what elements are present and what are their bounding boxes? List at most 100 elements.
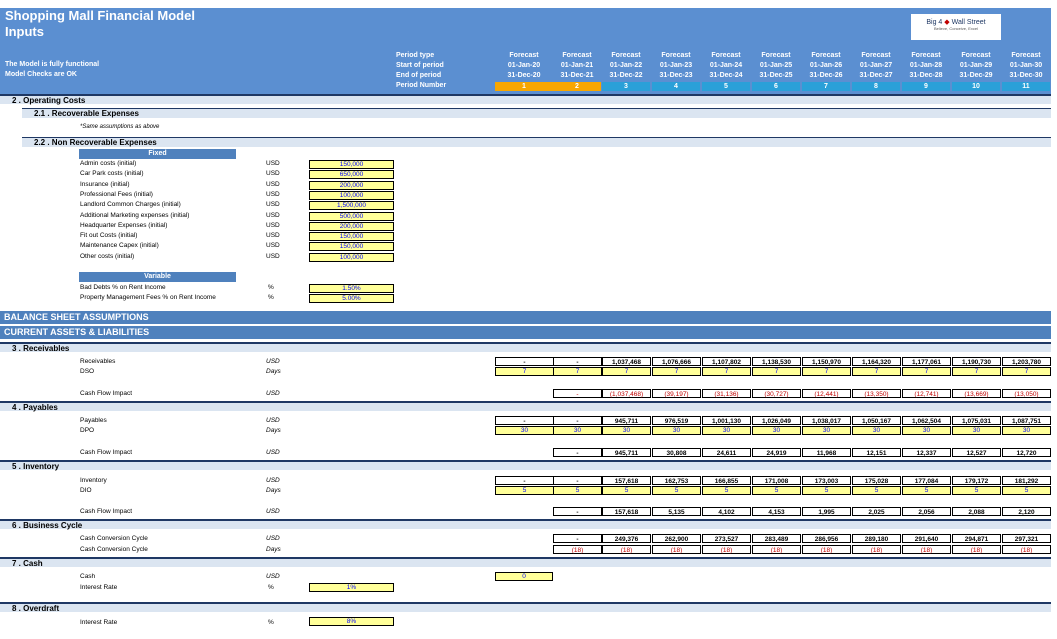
inventory-cell[interactable]: 5 bbox=[652, 486, 701, 495]
period-number: 6 bbox=[752, 82, 800, 91]
inventory-cell[interactable]: 5 bbox=[752, 486, 801, 495]
receivables-cf-cell: (30,727) bbox=[752, 389, 801, 398]
fixed-cost-input[interactable]: 500,000 bbox=[309, 211, 394, 221]
payables-cell[interactable]: 30 bbox=[495, 426, 554, 435]
period-start: 01-Jan-20 bbox=[507, 62, 541, 69]
receivables-cf-cell: (12,441) bbox=[802, 389, 851, 398]
fixed-cost-unit: USD bbox=[266, 170, 280, 178]
inventory-cell[interactable]: 5 bbox=[702, 486, 751, 495]
business-cell: (18) bbox=[852, 545, 901, 554]
payables-cell[interactable]: 30 bbox=[553, 426, 602, 435]
fixed-cost-input[interactable]: 650,000 bbox=[309, 170, 394, 180]
variable-cost-unit: % bbox=[268, 284, 274, 291]
payables-cell[interactable]: 30 bbox=[652, 426, 701, 435]
section-receivables: 3 . Receivables bbox=[0, 342, 1051, 353]
inventory-cf-cell: 2,088 bbox=[952, 507, 1001, 516]
inventory-row-unit: USD bbox=[266, 477, 280, 484]
inventory-cell[interactable]: 5 bbox=[602, 486, 651, 495]
variable-cost-label: Property Management Fees % on Rent Incom… bbox=[80, 294, 216, 301]
section-operating: 2 . Operating Costs bbox=[0, 94, 1051, 105]
business-cell: (18) bbox=[1002, 545, 1051, 554]
receivables-row-label: Receivables bbox=[80, 358, 116, 365]
period-type: Forecast bbox=[811, 52, 841, 59]
receivables-cell[interactable]: 7 bbox=[952, 367, 1001, 376]
fixed-cost-input[interactable]: 150,000 bbox=[309, 160, 394, 169]
fixed-cost-label: Admin costs (initial) bbox=[80, 160, 137, 167]
receivables-cf-cell: (13,669) bbox=[952, 389, 1001, 398]
business-cell: (18) bbox=[952, 545, 1001, 554]
cash-unit: USD bbox=[266, 573, 280, 580]
inventory-cell[interactable]: 5 bbox=[553, 486, 602, 495]
variable-cost-label: Bad Debts % on Rent Income bbox=[80, 284, 166, 291]
period-type: Forecast bbox=[711, 52, 741, 59]
payables-cell: 976,519 bbox=[652, 416, 701, 425]
business-row-label: Cash Conversion Cycle bbox=[80, 535, 148, 542]
payables-cell[interactable]: 30 bbox=[852, 426, 901, 435]
receivables-cell[interactable]: 7 bbox=[553, 367, 602, 376]
receivables-cell[interactable]: 7 bbox=[602, 367, 651, 376]
payables-cell[interactable]: 30 bbox=[1002, 426, 1051, 435]
inventory-cell[interactable]: 5 bbox=[952, 486, 1001, 495]
inventory-cell[interactable]: 5 bbox=[1002, 486, 1051, 495]
payables-cell[interactable]: 30 bbox=[952, 426, 1001, 435]
section-cash: 7 . Cash bbox=[0, 557, 1051, 568]
payables-cf-cell: 24,611 bbox=[702, 448, 751, 457]
fixed-cost-input[interactable]: 1,500,000 bbox=[309, 201, 394, 211]
payables-cf-cell: 11,968 bbox=[802, 448, 851, 457]
payables-cf-cell: 12,720 bbox=[1002, 448, 1051, 457]
payables-cell[interactable]: 30 bbox=[902, 426, 951, 435]
cash-label: Cash bbox=[80, 573, 96, 580]
payables-cell: 1,026,049 bbox=[752, 416, 801, 425]
period-type: Forecast bbox=[562, 52, 592, 59]
inventory-row-label: DIO bbox=[80, 487, 92, 494]
inventory-cf-cell: 4,153 bbox=[752, 507, 801, 516]
receivables-row-label: DSO bbox=[80, 368, 95, 375]
payables-row-label: Payables bbox=[80, 417, 107, 424]
business-cell: 294,871 bbox=[952, 534, 1001, 543]
page-title: Shopping Mall Financial Model bbox=[5, 8, 195, 23]
receivables-cell[interactable]: 7 bbox=[852, 367, 901, 376]
receivables-cell[interactable]: 7 bbox=[702, 367, 751, 376]
receivables-cell[interactable]: 7 bbox=[902, 367, 951, 376]
fixed-cost-input[interactable]: 150,000 bbox=[309, 232, 394, 242]
inventory-cf-cell: 2,025 bbox=[852, 507, 901, 516]
period-start: 01-Jan-30 bbox=[1009, 62, 1043, 69]
receivables-cell[interactable]: 7 bbox=[1002, 367, 1051, 376]
receivables-cell[interactable]: 7 bbox=[495, 367, 554, 376]
fixed-cost-input[interactable]: 100,000 bbox=[309, 252, 394, 262]
period-start: 01-Jan-26 bbox=[809, 62, 843, 69]
fixed-cost-unit: USD bbox=[266, 190, 280, 198]
inventory-cell[interactable]: 5 bbox=[852, 486, 901, 495]
receivables-cell[interactable]: 7 bbox=[752, 367, 801, 376]
variable-cost-input[interactable]: 5.00% bbox=[309, 294, 394, 303]
inventory-cell[interactable]: 5 bbox=[802, 486, 851, 495]
business-cell: 291,640 bbox=[902, 534, 951, 543]
inventory-cell[interactable]: 5 bbox=[495, 486, 554, 495]
cash-input[interactable]: 0 bbox=[495, 572, 553, 581]
fixed-cost-unit: USD bbox=[266, 211, 280, 219]
cash-interest-rate-input[interactable]: 1% bbox=[309, 583, 394, 592]
payables-cell[interactable]: 30 bbox=[602, 426, 651, 435]
period-type: Forecast bbox=[611, 52, 641, 59]
fixed-cost-input[interactable]: 150,000 bbox=[309, 242, 394, 252]
overdraft-interest-rate-input[interactable]: 8% bbox=[309, 617, 394, 626]
payables-cell[interactable]: 30 bbox=[702, 426, 751, 435]
variable-cost-input[interactable]: 1.50% bbox=[309, 284, 394, 293]
receivables-cell: - bbox=[553, 357, 602, 366]
receivables-cell[interactable]: 7 bbox=[802, 367, 851, 376]
payables-cell: 1,087,751 bbox=[1002, 416, 1051, 425]
fixed-cost-input[interactable]: 100,000 bbox=[309, 190, 394, 200]
period-end: 31-Dec-20 bbox=[507, 72, 541, 79]
payables-cf-cell: 12,527 bbox=[952, 448, 1001, 457]
fixed-cost-input[interactable]: 200,000 bbox=[309, 180, 394, 190]
period-type: Forecast bbox=[961, 52, 991, 59]
section-current-assets: CURRENT ASSETS & LIABILITIES bbox=[0, 326, 1051, 339]
business-cell: (18) bbox=[553, 545, 602, 554]
payables-cell[interactable]: 30 bbox=[802, 426, 851, 435]
payables-cell[interactable]: 30 bbox=[752, 426, 801, 435]
receivables-cell[interactable]: 7 bbox=[652, 367, 701, 376]
inventory-cell[interactable]: 5 bbox=[902, 486, 951, 495]
fixed-cost-input[interactable]: 200,000 bbox=[309, 221, 394, 231]
status-functional: The Model is fully functional bbox=[5, 61, 100, 68]
business-cell: 283,489 bbox=[752, 534, 801, 543]
